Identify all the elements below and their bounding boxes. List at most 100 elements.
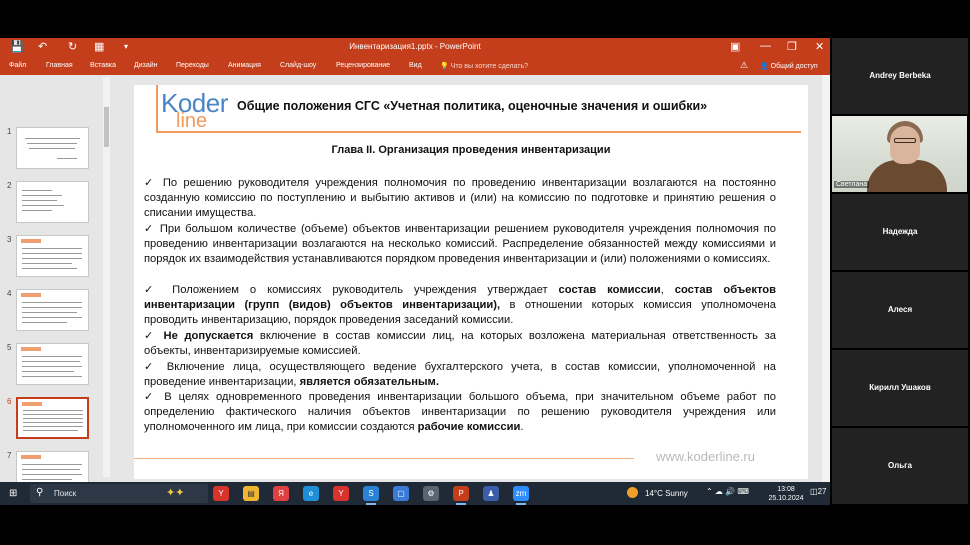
thumb-number: 3 [7, 235, 12, 244]
participant-tile[interactable]: Andrey Berbeka [832, 38, 968, 114]
footer-url: www.koderline.ru [656, 449, 755, 464]
bullet-paragraph-2: ✓ При большом количестве (объеме) объект… [144, 223, 776, 266]
bold-text: состав комиссии [558, 284, 661, 296]
notification-count: 27 [817, 487, 827, 496]
taskbar: ⊞ ⚲ Поиск ✦✦ Y ▤ Я e Y S ▢ ⚙ P ♟ zm 14°C… [0, 482, 830, 505]
yandex-browser-2-icon[interactable]: Y [333, 486, 349, 501]
tab-design[interactable]: Дизайн [134, 62, 158, 69]
user-app-icon[interactable]: ♟ [483, 486, 499, 501]
close-icon[interactable]: ✕ [815, 40, 824, 53]
tell-me-search[interactable]: 💡 Что вы хотите сделать? [440, 62, 528, 70]
slide-thumbnail-1[interactable] [16, 127, 89, 169]
weather-sun-icon[interactable] [627, 487, 638, 498]
thumb-number: 2 [7, 181, 12, 190]
paragraph-text: , [660, 284, 675, 296]
video-participant-name: Светлана [834, 181, 870, 188]
logo-accent-line [156, 85, 158, 131]
notification-center-icon[interactable]: ◫27 [810, 487, 826, 496]
thumb-number: 5 [7, 343, 12, 352]
zoom-icon[interactable]: zm [513, 486, 529, 505]
bold-text: является обязательным. [299, 376, 439, 389]
tab-slideshow[interactable]: Слайд-шоу [280, 62, 316, 69]
thumb-number: 4 [7, 289, 12, 298]
thumbnails-scrollbar[interactable] [103, 77, 110, 477]
paragraph-text: Включение лица, осуществляющего ведение … [144, 361, 777, 389]
video-person-body [867, 160, 947, 192]
slide-canvas-area: Koder line Общие положения СГС «Учетная … [112, 75, 830, 482]
slide-thumbnail-5[interactable] [16, 343, 89, 385]
participant-tile[interactable]: Ольга [832, 428, 968, 504]
window-title: Инвентаризация1.pptx - PowerPoint [349, 42, 481, 51]
bold-text: рабочие комиссии [417, 421, 521, 434]
warning-icon[interactable]: ⚠ [740, 60, 748, 71]
yandex-browser-icon[interactable]: Y [213, 486, 229, 501]
tab-home[interactable]: Главная [46, 62, 73, 69]
tab-insert[interactable]: Вставка [90, 62, 116, 69]
yandex-icon[interactable]: Я [273, 486, 289, 501]
paragraph-text: . [520, 421, 524, 434]
slide-thumbnail-6[interactable] [16, 397, 89, 439]
thumb-number: 1 [7, 127, 12, 136]
system-tray-icons[interactable]: ⌃ ☁ 🔊 ⌨ [706, 487, 749, 496]
clock-date: 25.10.2024 [768, 495, 804, 502]
bold-text: Не допускается [163, 330, 254, 342]
windows-start-icon[interactable]: ⊞ [9, 488, 17, 499]
clock-time: 13:08 [777, 486, 795, 493]
tab-transitions[interactable]: Переходы [176, 62, 209, 69]
thumbnails-scroll-thumb[interactable] [104, 107, 109, 147]
bullet-paragraph-3: ✓ Положением о комиссиях руководитель уч… [144, 284, 777, 327]
participant-name: Кирилл Ушаков [869, 383, 931, 392]
weather-temperature[interactable]: 14°C Sunny [645, 489, 688, 498]
bullet-paragraph-4: ✓ Не допускается включение в состав коми… [144, 330, 776, 358]
thumb-number: 6 [7, 397, 12, 406]
slide-thumbnail-7[interactable] [16, 451, 89, 482]
monitor-app-icon[interactable]: ▢ [393, 486, 409, 501]
tab-animation[interactable]: Анимация [228, 62, 261, 69]
taskbar-search[interactable]: ⚲ Поиск ✦✦ [30, 484, 208, 503]
share-label: Общий доступ [770, 63, 818, 70]
restore-icon[interactable]: ❐ [787, 40, 797, 53]
participant-name: Andrey Berbeka [869, 71, 931, 80]
video-person-glasses [894, 138, 916, 143]
slide-thumbnail-2[interactable] [16, 181, 89, 223]
slide-thumbnail-3[interactable] [16, 235, 89, 277]
thumb-number: 7 [7, 451, 12, 460]
title-bar: 💾 ↶ ↻ ▦ ▾ Инвентаризация1.pptx - PowerPo… [0, 38, 830, 57]
bullet-paragraph-6: ✓ В целях одновременного проведения инве… [144, 391, 776, 434]
powerpoint-window: 💾 ↶ ↻ ▦ ▾ Инвентаризация1.pptx - PowerPo… [0, 38, 830, 482]
slide-title: Общие положения СГС «Учетная политика, о… [237, 99, 708, 113]
tab-view[interactable]: Вид [409, 62, 422, 69]
clock[interactable]: 13:08 25.10.2024 [768, 485, 804, 503]
search-placeholder: Поиск [54, 489, 77, 498]
tab-review[interactable]: Рецензирование [336, 62, 390, 69]
minimize-icon[interactable]: — [760, 40, 771, 52]
settings-gear-icon[interactable]: ⚙ [423, 486, 439, 501]
powerpoint-icon[interactable]: P [453, 486, 469, 505]
current-slide[interactable]: Koder line Общие положения СГС «Учетная … [134, 85, 808, 479]
participant-tile[interactable]: Алеся [832, 272, 968, 348]
header-divider [156, 131, 801, 133]
slide-thumbnail-4[interactable] [16, 289, 89, 331]
participant-name: Ольга [888, 461, 912, 470]
participants-panel: Andrey Berbeka Надежда Алеся Кирилл Ушак… [830, 38, 970, 505]
participant-tile[interactable]: Кирилл Ушаков [832, 350, 968, 426]
tab-file[interactable]: Файл [9, 62, 26, 69]
participant-tile[interactable]: Надежда [832, 194, 968, 270]
file-explorer-icon[interactable]: ▤ [243, 486, 259, 501]
editor-area: 1 2 3 4 5 6 7 Koder line Общие положения… [0, 75, 830, 482]
share-button[interactable]: 👤 Общий доступ [760, 62, 818, 70]
edge-icon[interactable]: e [303, 486, 319, 501]
logo-line: line [176, 110, 208, 132]
skype-icon[interactable]: S [363, 486, 379, 505]
bullet-paragraph-5: ✓ Включение лица, осуществляющего ведени… [144, 361, 777, 389]
ribbon-display-options-icon[interactable]: ▣ [730, 40, 740, 53]
slide-scrollbar[interactable] [822, 75, 830, 482]
search-icon: ⚲ [36, 487, 44, 498]
paragraph-text: При большом количестве (объеме) объектов… [144, 223, 776, 266]
ribbon-tabs: Файл Главная Вставка Дизайн Переходы Ани… [0, 57, 830, 75]
footer-divider [134, 458, 634, 459]
participant-name: Надежда [882, 227, 918, 236]
participant-video[interactable]: Светлана [832, 116, 967, 192]
tell-me-label: Что вы хотите сделать? [450, 63, 529, 70]
video-person-head [890, 126, 920, 164]
